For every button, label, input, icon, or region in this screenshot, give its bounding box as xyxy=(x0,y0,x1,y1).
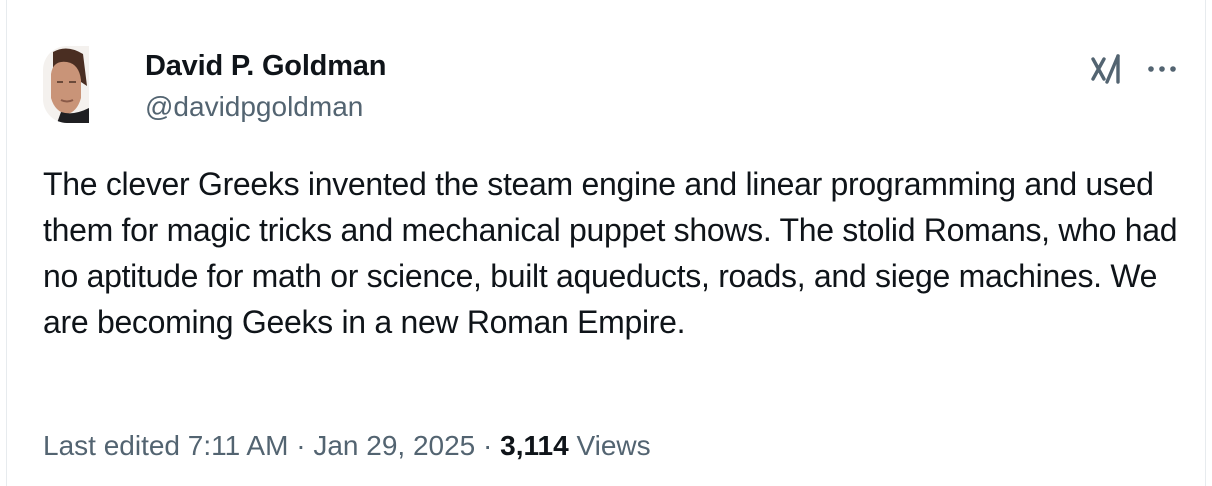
grok-icon[interactable] xyxy=(1090,52,1124,86)
views-count: 3,114 xyxy=(500,430,569,461)
more-options-icon[interactable] xyxy=(1143,52,1181,86)
tweet-card: David P. Goldman @davidpgoldman The clev… xyxy=(6,0,1206,486)
profile-photo-icon xyxy=(43,46,89,123)
tweet-text: The clever Greeks invented the steam eng… xyxy=(43,166,1178,340)
timestamp-link[interactable]: 7:11 AM · Jan 29, 2025 xyxy=(188,430,475,461)
avatar[interactable] xyxy=(43,46,89,123)
author-handle[interactable]: @davidpgoldman xyxy=(145,91,363,123)
tweet-time: 7:11 AM xyxy=(187,430,289,461)
views-label: Views xyxy=(576,430,651,461)
edited-prefix: Last edited xyxy=(43,430,180,461)
meta-separator: · xyxy=(475,430,501,461)
tweet-meta: Last edited 7:11 AM · Jan 29, 2025 · 3,1… xyxy=(43,430,651,462)
meta-separator: · xyxy=(288,430,314,461)
author-display-name[interactable]: David P. Goldman xyxy=(145,50,386,83)
tweet-date: Jan 29, 2025 xyxy=(313,430,476,461)
